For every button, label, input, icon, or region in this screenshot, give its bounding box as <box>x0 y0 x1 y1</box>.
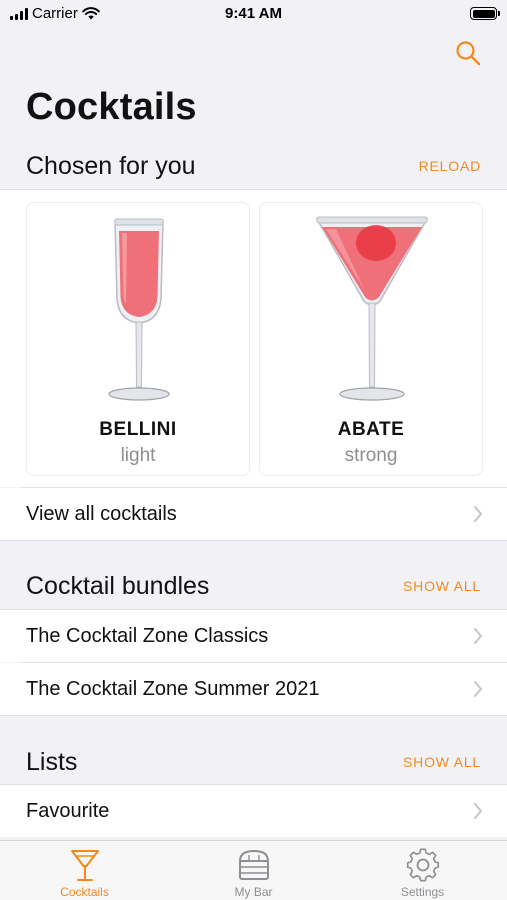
gear-icon <box>406 848 439 882</box>
flute-glass-icon <box>108 218 170 401</box>
bundles-section-title: Cocktail bundles <box>26 572 210 600</box>
martini-glass-icon <box>315 216 429 401</box>
cocktail-icon <box>70 850 99 881</box>
lists-show-all-button[interactable]: SHOW ALL <box>403 754 481 770</box>
cocktail-name: ABATE <box>337 419 405 440</box>
bundle-row[interactable]: The Cocktail Zone Classics <box>0 609 507 662</box>
tab-label: Settings <box>400 885 445 899</box>
lists-section-title: Lists <box>26 748 78 776</box>
bundle-row[interactable]: The Cocktail Zone Summer 2021 <box>0 663 507 716</box>
tab-my-bar[interactable]: My Bar <box>169 841 338 900</box>
reload-button[interactable]: RELOAD <box>419 158 481 174</box>
search-icon <box>456 41 481 66</box>
bar-icon <box>238 850 269 880</box>
chevron-right-icon <box>474 628 482 644</box>
row-label: View all cocktails <box>26 503 177 525</box>
chevron-right-icon <box>474 681 482 697</box>
cocktail-card-bellini[interactable]: BELLINI light <box>26 202 250 476</box>
lists-section-header: Lists SHOW ALL <box>0 746 507 780</box>
row-label: The Cocktail Zone Classics <box>26 625 269 647</box>
page-title: Cocktails <box>26 86 197 128</box>
row-label: The Cocktail Zone Summer 2021 <box>26 678 320 700</box>
status-time: 9:41 AM <box>225 5 282 22</box>
bundles-show-all-button[interactable]: SHOW ALL <box>403 578 481 594</box>
tab-label: Cocktails <box>60 885 109 899</box>
view-all-cocktails-row[interactable]: View all cocktails <box>0 488 507 541</box>
chevron-right-icon <box>474 803 482 819</box>
list-row-favourite[interactable]: Favourite <box>0 784 507 837</box>
cocktail-name: BELLINI <box>99 419 177 440</box>
row-label: Favourite <box>26 800 110 822</box>
status-bar: Carrier 9:41 AM <box>0 0 507 28</box>
tab-bar: Cocktails My Bar Settings <box>0 840 507 900</box>
bundles-section-header: Cocktail bundles SHOW ALL <box>0 570 507 604</box>
cocktail-strength: light <box>120 445 156 466</box>
search-button[interactable] <box>455 40 481 66</box>
chosen-section-header: Chosen for you RELOAD <box>0 150 507 184</box>
cocktail-card-abate[interactable]: ABATE strong <box>259 202 483 476</box>
chosen-section-title: Chosen for you <box>26 152 196 180</box>
battery-icon <box>470 7 500 20</box>
chevron-right-icon <box>474 506 482 522</box>
tab-label: My Bar <box>234 885 273 899</box>
tab-cocktails[interactable]: Cocktails <box>0 841 169 900</box>
tab-settings[interactable]: Settings <box>338 841 507 900</box>
cocktail-cards: BELLINI light ABATE strong <box>0 189 507 487</box>
cocktail-strength: strong <box>344 445 398 466</box>
